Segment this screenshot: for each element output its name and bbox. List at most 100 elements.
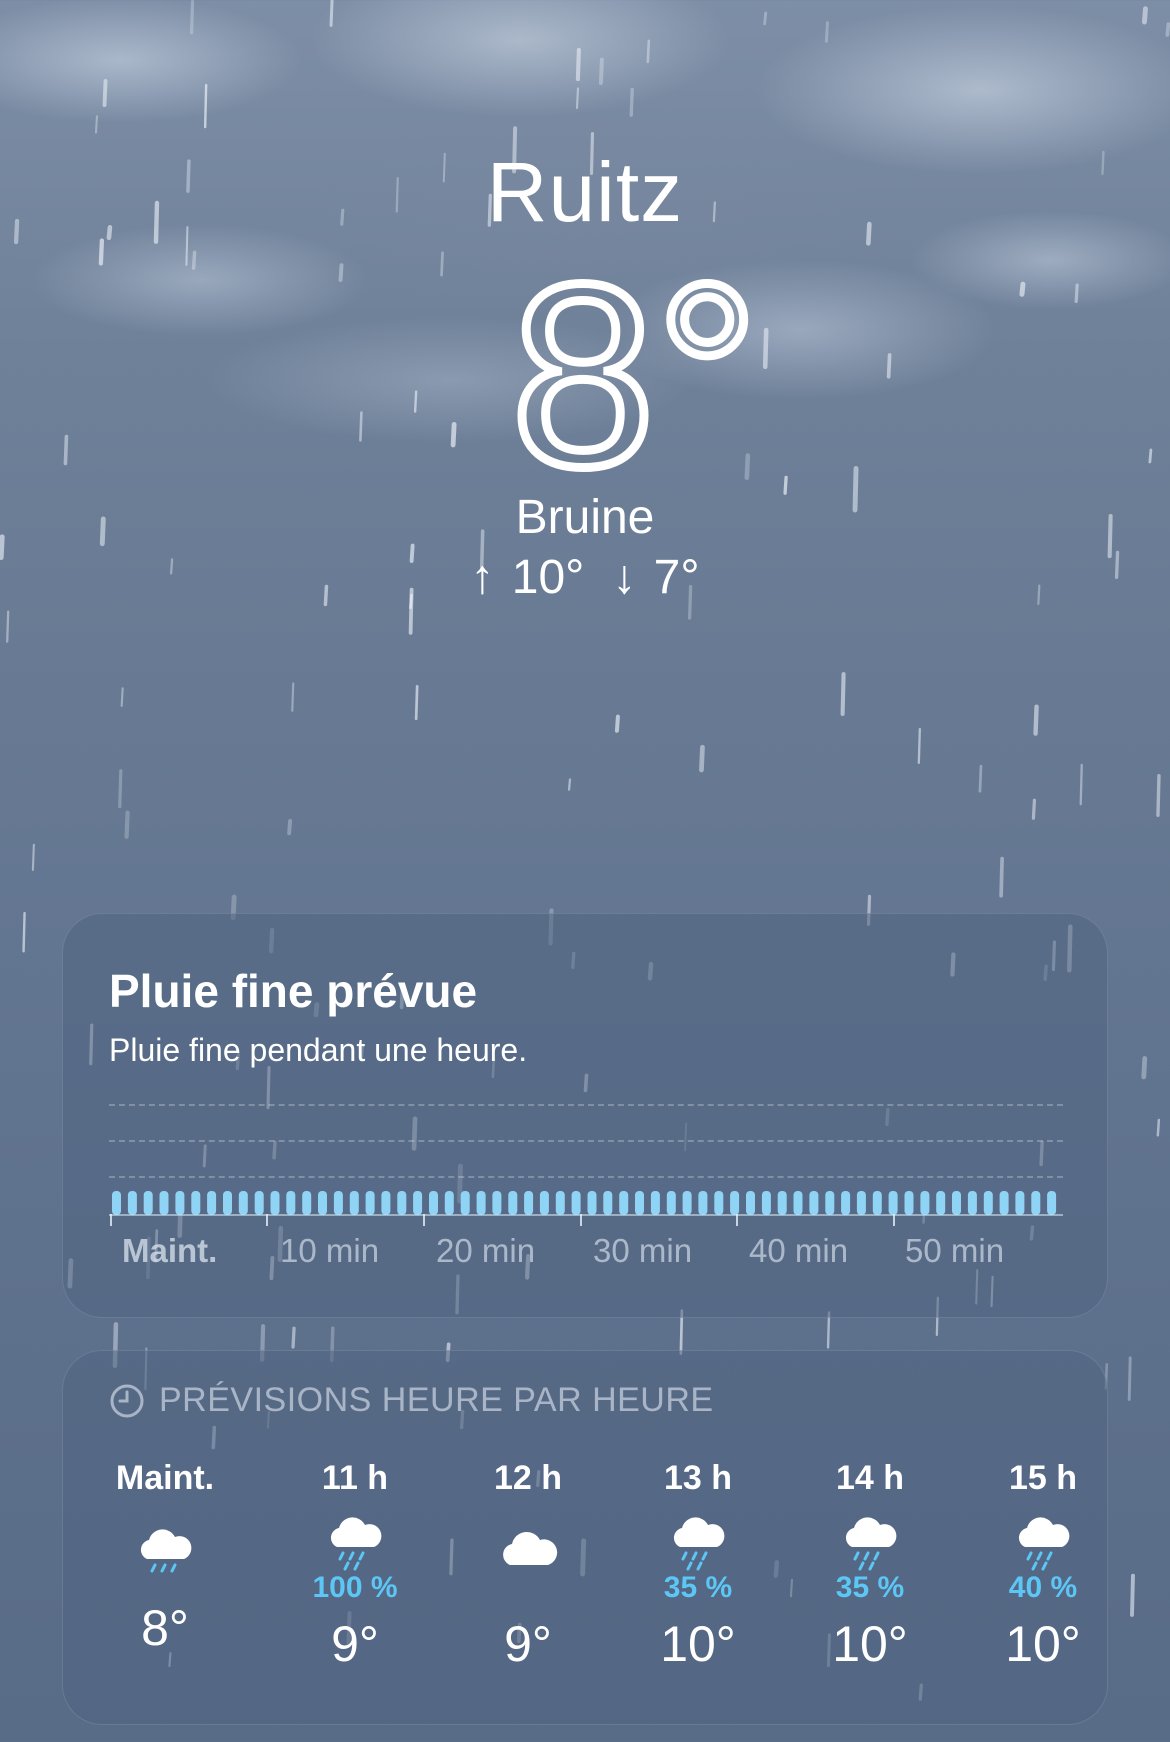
precip-bar [508,1191,518,1215]
precip-bar [175,1191,185,1215]
precip-bar [397,1191,407,1215]
hour-time: 13 h [663,1459,733,1497]
hour-temperature: 9° [331,1616,379,1672]
hour-item[interactable]: 13 h 35 % 10° [618,1459,778,1673]
precip-bar [920,1191,930,1215]
cloud-rain-icon [330,1517,382,1571]
precip-bar [492,1191,502,1215]
precip-bar [127,1191,137,1215]
timeline-tick [266,1214,268,1226]
rain-streak [999,856,1004,898]
precip-bar [888,1191,898,1215]
precip-bar [635,1191,644,1215]
precip-bar [238,1191,248,1215]
rain-streak [1031,798,1037,820]
precip-bar [254,1191,264,1215]
precip-bar [444,1191,454,1215]
precip-chance: 35 % [663,1571,733,1604]
hour-time: 15 h [1008,1459,1078,1497]
high-temperature: ↑ 10° [470,551,585,604]
hour-item[interactable]: 15 h 40 % 10° [963,1459,1123,1673]
rain-streak [124,810,130,839]
rain-streak [120,687,124,707]
hour-item[interactable]: 11 h 100 % 9° [275,1459,435,1673]
rain-streak [917,727,921,764]
precip-bar [936,1191,946,1215]
precip-bar [666,1191,676,1215]
precip-bar [872,1191,882,1215]
rain-streak [291,682,295,712]
precip-bar [1031,1191,1041,1215]
precip-bar [571,1191,581,1215]
rain-streak [1156,1118,1161,1137]
timeline-baseline [109,1214,1063,1216]
rain-streak [1156,773,1161,817]
hourly-forecast-card[interactable]: PRÉVISIONS HEURE PAR HEURE Maint. 8° 11 … [62,1350,1108,1725]
precip-bar [983,1191,993,1215]
precipitation-title: Pluie fine prévue [109,965,478,1017]
precip-bar [650,1191,660,1215]
precip-bar [952,1191,961,1215]
hourly-header: PRÉVISIONS HEURE PAR HEURE [109,1381,714,1420]
clock-icon [110,1384,144,1417]
precip-bar [761,1191,771,1215]
cloud-icon [503,1531,558,1565]
rain-streak [22,911,26,953]
precip-bar [539,1191,549,1215]
precip-bar [112,1191,121,1215]
precip-bar [793,1191,803,1215]
rain-streak [118,769,123,809]
precip-bar [349,1191,359,1215]
hour-item[interactable]: 12 h 9° [448,1459,608,1673]
precipitation-subtitle: Pluie fine pendant une heure. [109,1032,528,1068]
rain-streak [6,610,10,643]
time-label: 50 min [905,1232,1005,1269]
precip-bar [429,1191,438,1215]
current-temperature: 8° [506,231,764,521]
precip-bar [746,1191,755,1215]
precip-bar [270,1191,280,1215]
high-low: ↑ 10° ↓ 7° [0,554,1170,602]
rain-streak [1141,1056,1148,1080]
precip-bar [698,1191,708,1215]
precip-bar [159,1191,169,1215]
cloud-rain-icon [673,1517,725,1571]
timeline-tick [110,1214,112,1226]
rain-streak [31,843,35,871]
precip-chance: 100 % [312,1571,398,1604]
precip-bar [143,1191,153,1215]
time-label: 30 min [593,1232,693,1269]
precipitation-card[interactable]: Pluie fine prévue Pluie fine pendant une… [62,913,1108,1318]
hour-item[interactable]: Maint. 8° [85,1459,245,1657]
precip-bar [191,1191,201,1215]
timeline-tick [893,1214,895,1226]
precip-bar [809,1191,819,1215]
hourly-title: PRÉVISIONS HEURE PAR HEURE [159,1381,714,1419]
precip-bar [587,1191,597,1215]
hour-time: 14 h [835,1459,905,1497]
rain-streak [291,1326,296,1349]
cloud-rain-icon [845,1517,897,1571]
rain-streak [978,764,983,793]
precip-bar [730,1191,740,1215]
precip-bar [682,1191,692,1215]
time-label: Maint. [122,1232,218,1269]
hour-item[interactable]: 14 h 35 % 10° [790,1459,950,1673]
city-name: Ruitz [486,145,684,239]
precip-bar [904,1191,914,1215]
precip-bar [619,1191,629,1215]
precip-bar [841,1191,851,1215]
rain-streak [1127,1356,1132,1401]
precip-bar [207,1191,217,1215]
time-label: 20 min [436,1232,536,1269]
rain-streak [840,672,846,716]
precip-bar [967,1191,977,1215]
precip-chance: 40 % [1008,1571,1078,1604]
precip-bar [318,1191,327,1215]
hour-time: Maint. [115,1459,215,1497]
grid-line [109,1104,1063,1106]
low-temperature: ↓ 7° [612,551,700,604]
timeline-tick [580,1214,582,1226]
rain-streak [414,685,419,721]
precip-bar [603,1191,613,1215]
